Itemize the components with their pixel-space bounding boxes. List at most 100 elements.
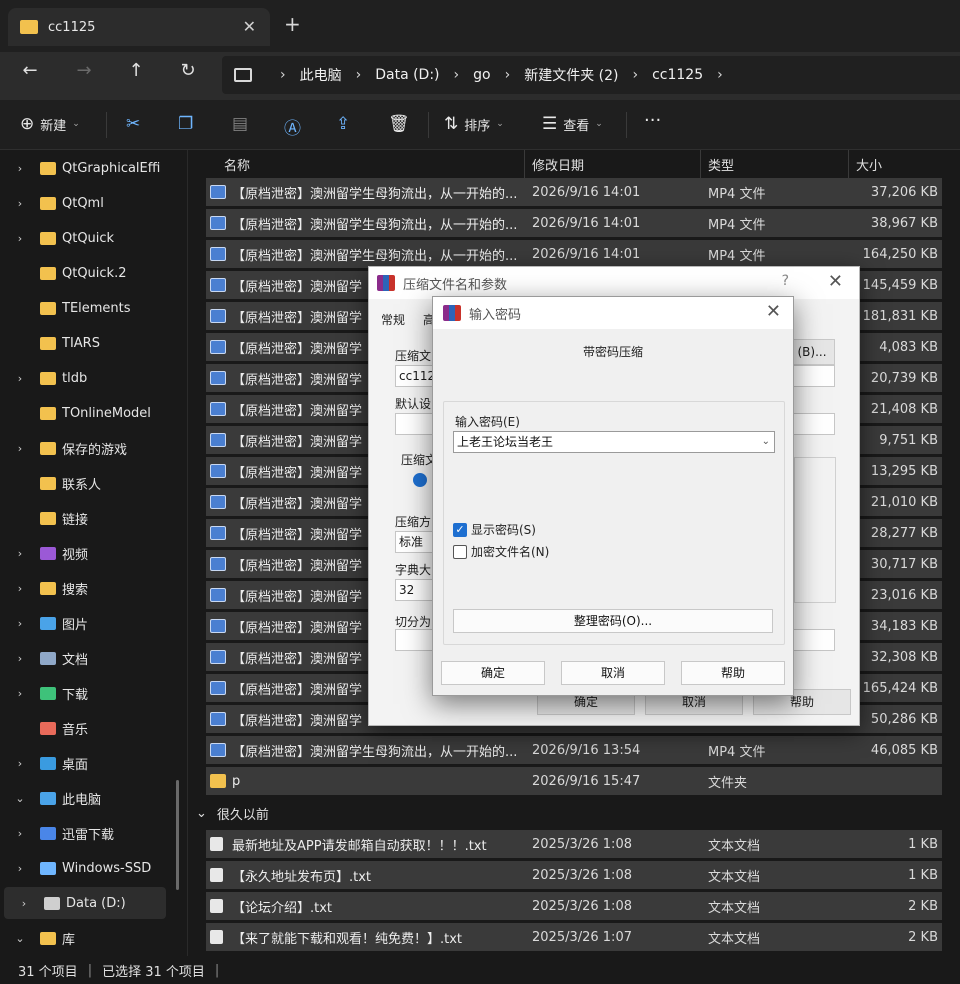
- chevron-right-icon[interactable]: ›: [454, 67, 460, 83]
- address-bar[interactable]: › 此电脑 › Data (D:) › go › 新建文件夹 (2) › cc1…: [222, 56, 960, 94]
- chevron-right-icon[interactable]: ›: [356, 67, 362, 83]
- chevron-right-icon[interactable]: ›: [0, 197, 40, 210]
- sidebar-item[interactable]: 音乐: [0, 712, 187, 744]
- table-row[interactable]: 【原档泄密】澳洲留学生母狗流出，从一开始的... 2026/9/16 14:01 M…: [206, 240, 942, 268]
- new-button[interactable]: ⊕ 新建 ⌄: [20, 114, 80, 134]
- new-tab-button[interactable]: +: [284, 12, 301, 36]
- chevron-right-icon[interactable]: ›: [4, 897, 44, 910]
- table-row[interactable]: 【来了就能下载和观看！纯免费！】.txt 2025/3/26 1:07 文本文档 2 …: [206, 923, 942, 951]
- sort-button[interactable]: ⇅ 排序 ⌄: [444, 114, 504, 134]
- sidebar-item[interactable]: › 文档: [0, 642, 187, 674]
- close-icon[interactable]: ✕: [766, 301, 781, 322]
- chevron-right-icon[interactable]: ›: [717, 67, 723, 83]
- sidebar-item[interactable]: 链接: [0, 502, 187, 534]
- archive-name-field[interactable]: cc1125: [395, 365, 443, 387]
- compression-method-field[interactable]: 标准: [395, 531, 435, 553]
- chevron-right-icon[interactable]: ›: [0, 862, 40, 875]
- chevron-right-icon[interactable]: ›: [0, 162, 40, 175]
- copy-icon[interactable]: ❐: [178, 114, 193, 134]
- cut-icon[interactable]: ✂: [126, 114, 140, 134]
- chevron-right-icon[interactable]: ›: [632, 67, 638, 83]
- refresh-button[interactable]: ↻: [174, 60, 202, 81]
- chevron-down-icon[interactable]: ⌄: [0, 932, 40, 945]
- back-button[interactable]: ←: [16, 60, 44, 81]
- breadcrumb-cc1125[interactable]: cc1125: [652, 67, 703, 83]
- password-cancel-button[interactable]: 取消: [561, 661, 665, 685]
- rename-icon[interactable]: Ⓐ: [284, 114, 301, 139]
- chevron-right-icon[interactable]: ›: [0, 582, 40, 595]
- chevron-right-icon[interactable]: ›: [0, 617, 40, 630]
- close-icon[interactable]: ✕: [828, 271, 843, 292]
- sidebar-item[interactable]: › 视频: [0, 537, 187, 569]
- sidebar-item[interactable]: › 桌面: [0, 747, 187, 779]
- column-header-size[interactable]: 大小: [820, 150, 882, 178]
- group-header-long-ago[interactable]: ⌄ 很久以前: [196, 804, 269, 823]
- sidebar-item[interactable]: QtQuick.2: [0, 257, 187, 289]
- tab-general[interactable]: 常规: [381, 311, 405, 328]
- breadcrumb-data-drive[interactable]: Data (D:): [375, 67, 439, 83]
- delete-icon[interactable]: 🗑: [388, 114, 410, 134]
- sidebar-item[interactable]: › QtQuick: [0, 222, 187, 254]
- breadcrumb-this-pc[interactable]: 此电脑: [300, 65, 342, 85]
- chevron-right-icon[interactable]: ›: [0, 687, 40, 700]
- sidebar-item[interactable]: › Windows-SSD: [0, 852, 187, 884]
- archive-name-dropdown[interactable]: [793, 365, 835, 387]
- chevron-right-icon[interactable]: ›: [505, 67, 511, 83]
- password-ok-button[interactable]: 确定: [441, 661, 545, 685]
- table-row[interactable]: 【论坛介绍】.txt 2025/3/26 1:08 文本文档 2 KB: [206, 892, 942, 920]
- breadcrumb-go[interactable]: go: [473, 67, 490, 83]
- sidebar-item[interactable]: › 保存的游戏: [0, 432, 187, 464]
- browse-button[interactable]: (B)...: [789, 339, 835, 365]
- default-profile-field[interactable]: [395, 413, 435, 435]
- encrypt-names-checkbox[interactable]: 加密文件名(N): [453, 543, 549, 560]
- split-volumes-field[interactable]: [395, 629, 435, 651]
- table-row[interactable]: 【原档泄密】澳洲留学生母狗流出，从一开始的... 2026/9/16 14:01 M…: [206, 178, 942, 206]
- sidebar-item[interactable]: › QtQml: [0, 187, 187, 219]
- forward-button[interactable]: →: [70, 60, 98, 81]
- chevron-right-icon[interactable]: ›: [0, 757, 40, 770]
- table-row[interactable]: p 2026/9/16 15:47 文件夹: [206, 767, 942, 795]
- sidebar-item[interactable]: › QtGraphicalEffi: [0, 152, 187, 184]
- close-icon[interactable]: ✕: [243, 17, 256, 36]
- column-header-date[interactable]: 修改日期: [496, 150, 584, 178]
- column-header-type[interactable]: 类型: [672, 150, 734, 178]
- table-row[interactable]: 【永久地址发布页】.txt 2025/3/26 1:08 文本文档 1 KB: [206, 861, 942, 889]
- table-row[interactable]: 最新地址及APP请发邮箱自动获取！！！.txt 2025/3/26 1:08 文本文…: [206, 830, 942, 858]
- show-password-checkbox[interactable]: ✓ 显示密码(S): [453, 521, 536, 538]
- chevron-right-icon[interactable]: ›: [0, 372, 40, 385]
- sidebar-item[interactable]: › 下载: [0, 677, 187, 709]
- tab-cc1125[interactable]: cc1125 ✕: [8, 8, 270, 46]
- sidebar-item[interactable]: › tldb: [0, 362, 187, 394]
- chevron-right-icon[interactable]: ›: [0, 232, 40, 245]
- share-icon[interactable]: ⇪: [336, 114, 350, 134]
- sidebar-item[interactable]: › 迅雷下载: [0, 817, 187, 849]
- chevron-right-icon[interactable]: ›: [0, 652, 40, 665]
- dictionary-size-field[interactable]: 32: [395, 579, 435, 601]
- chevron-right-icon[interactable]: ›: [0, 547, 40, 560]
- more-options-button[interactable]: ···: [644, 110, 661, 131]
- up-button[interactable]: ↑: [122, 60, 150, 81]
- view-button[interactable]: ☰ 查看 ⌄: [542, 114, 603, 134]
- sidebar-item[interactable]: TIARS: [0, 327, 187, 359]
- help-icon[interactable]: ?: [782, 273, 789, 289]
- format-radio[interactable]: [413, 473, 427, 487]
- organize-passwords-button[interactable]: 整理密码(O)...: [453, 609, 773, 633]
- sidebar-item[interactable]: ⌄ 库: [0, 922, 187, 954]
- column-header-name[interactable]: 名称: [188, 150, 250, 178]
- sidebar-item[interactable]: TElements: [0, 292, 187, 324]
- split-size-field[interactable]: [793, 629, 835, 651]
- sidebar-item[interactable]: › Data (D:): [4, 887, 166, 919]
- chevron-right-icon[interactable]: ›: [280, 67, 286, 83]
- password-input[interactable]: 上老王论坛当老王 ⌄: [453, 431, 775, 453]
- chevron-right-icon[interactable]: ›: [0, 442, 40, 455]
- sidebar-item[interactable]: ⌄ 此电脑: [0, 782, 187, 814]
- chevron-down-icon[interactable]: ⌄: [0, 792, 40, 805]
- sidebar-item[interactable]: 联系人: [0, 467, 187, 499]
- sidebar-item[interactable]: TOnlineModel: [0, 397, 187, 429]
- sidebar-item[interactable]: › 图片: [0, 607, 187, 639]
- password-help-button[interactable]: 帮助: [681, 661, 785, 685]
- sidebar-item[interactable]: › 搜索: [0, 572, 187, 604]
- update-mode-dropdown[interactable]: [793, 413, 835, 435]
- table-row[interactable]: 【原档泄密】澳洲留学生母狗流出，从一开始的... 2026/9/16 14:01 M…: [206, 209, 942, 237]
- chevron-right-icon[interactable]: ›: [0, 827, 40, 840]
